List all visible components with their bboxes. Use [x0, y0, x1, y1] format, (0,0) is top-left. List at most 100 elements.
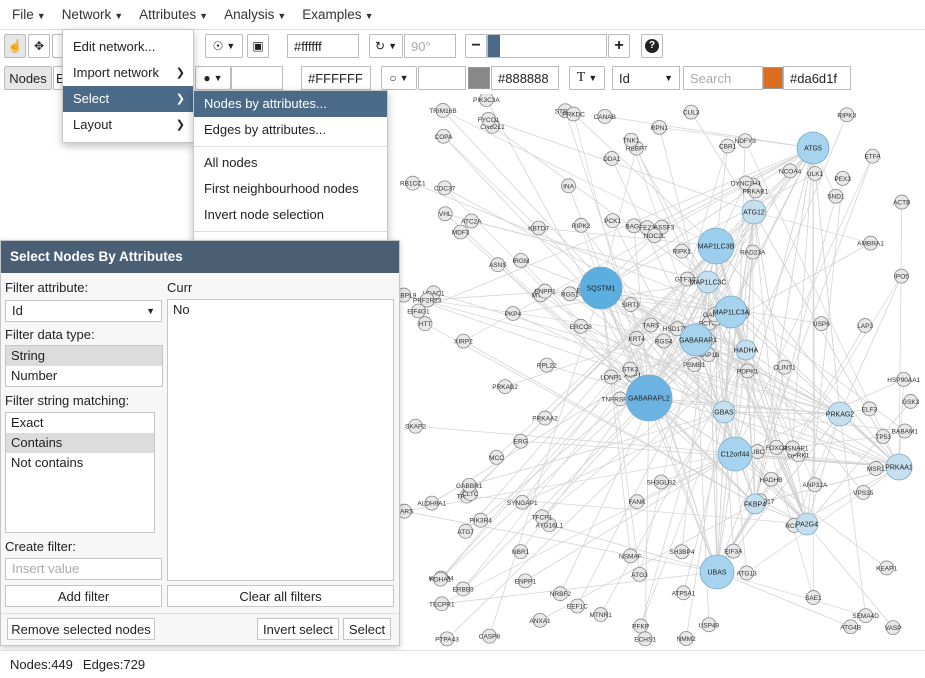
- node-size-input[interactable]: [231, 66, 283, 90]
- search-input[interactable]: Search: [683, 66, 763, 90]
- network-node[interactable]: GABBR1: [456, 477, 483, 493]
- hub-node[interactable]: PA2G4: [795, 512, 819, 536]
- menu-item-first-neighbourhood[interactable]: First neighbourhood nodes: [194, 176, 387, 202]
- edge[interactable]: [806, 523, 894, 628]
- network-node[interactable]: ATG7: [457, 523, 474, 539]
- network-node[interactable]: SH3GLB2: [647, 474, 677, 490]
- edge[interactable]: [480, 339, 697, 521]
- border-width-input[interactable]: [418, 66, 466, 90]
- menu-item-layout[interactable]: Layout ❯: [63, 112, 193, 138]
- zoom-in-button[interactable]: +: [608, 34, 630, 58]
- network-node[interactable]: GSK3: [902, 394, 920, 409]
- hub-node[interactable]: MAP1LC3B: [697, 227, 735, 265]
- edge[interactable]: [404, 453, 736, 512]
- matching-not-contains[interactable]: Not contains: [6, 453, 154, 473]
- network-node[interactable]: ANP32A: [802, 477, 828, 493]
- network-node[interactable]: NSMAF: [619, 548, 642, 564]
- network-node[interactable]: HTT: [417, 316, 433, 332]
- network-node[interactable]: FANK: [628, 494, 646, 510]
- hub-node[interactable]: PRKAG2: [826, 401, 855, 427]
- network-node[interactable]: NCOA4: [779, 163, 802, 179]
- add-filter-button[interactable]: Add filter: [5, 585, 162, 607]
- network-node[interactable]: PTPA43: [435, 631, 459, 647]
- edge[interactable]: [538, 227, 717, 247]
- network-node[interactable]: ETFA: [864, 148, 881, 164]
- network-node[interactable]: PFKP: [632, 618, 649, 634]
- network-node[interactable]: PCK1: [604, 213, 621, 229]
- select-button[interactable]: Select: [343, 618, 391, 640]
- node-color-input[interactable]: #FFFFFF: [301, 66, 371, 90]
- hub-node[interactable]: PRKAA1: [885, 453, 913, 481]
- target-dropdown[interactable]: ☉ ▼: [205, 34, 243, 58]
- network-node[interactable]: RPN1: [651, 119, 669, 135]
- hub-node[interactable]: SQSTM1: [579, 266, 623, 310]
- network-node[interactable]: PRKAA2: [532, 410, 558, 426]
- network-node[interactable]: ACTB: [893, 194, 910, 210]
- menu-item-all-nodes[interactable]: All nodes: [194, 150, 387, 176]
- filter-attribute-select[interactable]: Id ▼: [5, 300, 162, 322]
- network-node[interactable]: TP53: [875, 429, 891, 444]
- network-node[interactable]: PDHA1: [430, 571, 452, 587]
- menu-file[interactable]: File ▼: [4, 0, 54, 30]
- network-node[interactable]: VHL: [437, 206, 453, 222]
- network-node[interactable]: SND1: [827, 188, 845, 204]
- edge[interactable]: [446, 349, 747, 640]
- menu-item-nodes-by-attributes[interactable]: Nodes by attributes...: [194, 91, 387, 117]
- edge[interactable]: [716, 571, 866, 617]
- network-node[interactable]: ELF3: [862, 401, 878, 417]
- menu-analysis[interactable]: Analysis ▼: [216, 0, 294, 30]
- network-node[interactable]: VPS35: [853, 485, 874, 500]
- network-node[interactable]: ATG4B: [840, 619, 861, 635]
- network-node[interactable]: RIPK3: [837, 107, 857, 123]
- network-node[interactable]: PIK3C3A: [473, 94, 500, 107]
- network-node[interactable]: CASP8: [479, 628, 501, 644]
- network-node[interactable]: INA: [561, 178, 576, 194]
- zoom-out-button[interactable]: −: [465, 34, 487, 58]
- edge[interactable]: [744, 140, 900, 468]
- network-node[interactable]: SEMA4D: [852, 608, 879, 624]
- clear-all-filters-button[interactable]: Clear all filters: [167, 585, 394, 607]
- menu-item-edit-network[interactable]: Edit network...: [63, 34, 193, 60]
- network-node[interactable]: PEX3: [834, 170, 851, 186]
- edge[interactable]: [460, 231, 650, 399]
- network-node[interactable]: MCC: [489, 449, 504, 465]
- insert-value-input[interactable]: Insert value: [5, 558, 162, 580]
- network-node[interactable]: SKAP2: [405, 418, 426, 434]
- edge[interactable]: [806, 178, 844, 525]
- border-color-input[interactable]: #888888: [491, 66, 559, 90]
- text-style-dropdown[interactable]: T ▼: [569, 66, 605, 90]
- network-node[interactable]: SH3BP4: [670, 544, 695, 560]
- hub-node[interactable]: UBAS: [699, 554, 735, 590]
- network-node[interactable]: DDA1: [603, 151, 621, 166]
- hub-node[interactable]: GBAS: [712, 400, 736, 424]
- network-node[interactable]: RB1CC1: [400, 175, 426, 191]
- network-node[interactable]: KBTD7: [528, 220, 549, 236]
- hub-node[interactable]: ATG12: [741, 199, 767, 225]
- hub-node[interactable]: GABARAPL2: [625, 374, 673, 422]
- network-node[interactable]: RIPK2: [572, 217, 591, 233]
- network-node[interactable]: UBC: [750, 444, 765, 459]
- data-type-string[interactable]: String: [6, 346, 162, 366]
- highlight-color-swatch[interactable]: [763, 67, 783, 89]
- menu-network[interactable]: Network ▼: [54, 0, 131, 30]
- pointer-tool-button[interactable]: ☝: [4, 34, 26, 58]
- matching-exact[interactable]: Exact: [6, 413, 154, 433]
- network-node[interactable]: EEF1C: [567, 598, 588, 614]
- menu-item-invert-node-selection[interactable]: Invert node selection: [194, 202, 387, 228]
- hub-node[interactable]: C12orf44: [717, 436, 753, 472]
- move-tool-button[interactable]: ✥: [28, 34, 50, 58]
- border-color-swatch[interactable]: [468, 67, 490, 89]
- network-node[interactable]: ERG: [513, 433, 529, 449]
- network-node[interactable]: ERBB3: [452, 581, 474, 597]
- highlight-color-input[interactable]: #da6d1f: [783, 66, 851, 90]
- background-color-input[interactable]: #ffffff: [287, 34, 359, 58]
- network-node[interactable]: NDFY3: [735, 133, 757, 149]
- network-node[interactable]: ANXA1: [529, 612, 551, 628]
- label-attribute-select[interactable]: Id ▼: [612, 66, 680, 90]
- node-shape-dropdown[interactable]: ● ▼: [195, 66, 231, 90]
- network-node[interactable]: COPA: [435, 128, 454, 144]
- network-node[interactable]: NRBF2: [550, 586, 572, 602]
- rotation-input[interactable]: 90°: [404, 34, 456, 58]
- network-node[interactable]: LAP3: [857, 318, 873, 333]
- network-node[interactable]: MDF3: [452, 224, 470, 240]
